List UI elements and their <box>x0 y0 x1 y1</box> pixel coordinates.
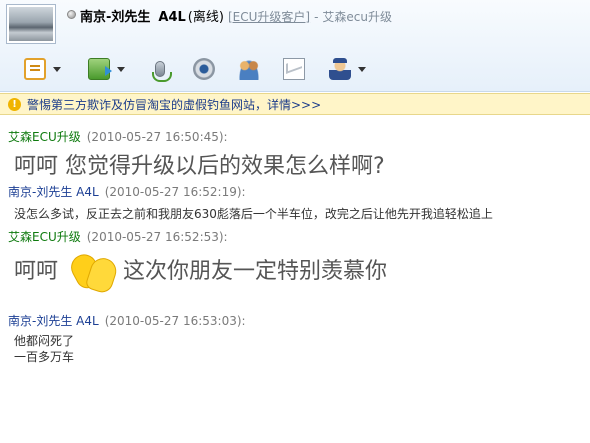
message-sender: 南京-刘先生 <box>8 185 73 199</box>
video-button[interactable] <box>193 56 215 82</box>
warning-text[interactable]: 警惕第三方欺诈及仿冒淘宝的虚假钓鱼网站，详情>>> <box>27 96 321 113</box>
contact-model: A4L <box>158 10 186 25</box>
group-button[interactable] <box>238 56 260 82</box>
security-officer-icon <box>329 58 351 80</box>
mail-icon <box>283 58 305 80</box>
car-photo <box>9 7 53 41</box>
chat-tool-button[interactable] <box>24 56 61 82</box>
chat-icon <box>24 58 46 80</box>
chevron-down-icon[interactable] <box>358 66 366 72</box>
message-text: 呵呵 这次你朋友一定特别羡慕你 <box>14 249 388 296</box>
chat-history: 艾森ECU升级 (2010-05-27 16:50:45): 呵呵 您觉得升级以后… <box>0 118 590 443</box>
file-transfer-button[interactable] <box>88 56 125 82</box>
contact-name[interactable]: 南京-刘先生 <box>80 10 150 25</box>
clapping-hands-icon <box>66 249 121 296</box>
group-icon <box>238 58 260 80</box>
message-time: (2010-05-27 16:52:19): <box>104 185 246 199</box>
message-header: 艾森ECU升级 (2010-05-27 16:50:45): <box>8 128 228 145</box>
webcam-icon <box>193 58 215 80</box>
chevron-down-icon[interactable] <box>117 66 125 72</box>
warning-bar[interactable]: ! 警惕第三方欺诈及仿冒淘宝的虚假钓鱼网站，详情>>> <box>0 93 590 115</box>
message-time: (2010-05-27 16:50:45): <box>86 130 228 144</box>
message-time: (2010-05-27 16:52:53): <box>86 230 228 244</box>
message-time: (2010-05-27 16:53:03): <box>104 314 246 328</box>
contact-status: (离线) <box>187 10 224 25</box>
contact-avatar[interactable] <box>6 4 56 44</box>
contact-title: 南京-刘先生 A4L (离线) [ECU升级客户] - 艾森ecu升级 <box>80 6 392 25</box>
message-text: 他都闷死了 <box>14 334 75 348</box>
file-transfer-icon <box>88 58 112 80</box>
offline-status-icon <box>67 10 76 19</box>
message-header: 南京-刘先生 A4L (2010-05-27 16:52:19): <box>8 183 246 200</box>
message-text: 呵呵 您觉得升级以后的效果怎么样啊? <box>14 154 385 179</box>
message-header: 艾森ECU升级 (2010-05-27 16:52:53): <box>8 228 228 245</box>
warning-icon: ! <box>8 97 21 111</box>
message-text: 一百多万车 <box>14 350 75 364</box>
message-sender-model: A4L <box>76 314 99 328</box>
message-sender: 南京-刘先生 <box>8 314 73 328</box>
message-sender: 艾森ECU升级 <box>8 130 81 144</box>
message-text-after: 这次你朋友一定特别羡慕你 <box>123 259 388 284</box>
title-separator: - <box>314 10 319 24</box>
message-text-before: 呵呵 <box>14 259 59 284</box>
contact-group-link[interactable]: [ECU升级客户] <box>228 10 310 24</box>
message-sender: 艾森ECU升级 <box>8 230 81 244</box>
chevron-down-icon[interactable] <box>53 66 61 72</box>
security-button[interactable] <box>329 56 366 82</box>
message-sender-model: A4L <box>76 185 99 199</box>
shop-name: 艾森ecu升级 <box>322 10 392 24</box>
message-header: 南京-刘先生 A4L (2010-05-27 16:53:03): <box>8 312 246 329</box>
microphone-icon <box>152 61 172 82</box>
voice-button[interactable] <box>149 56 172 82</box>
chat-window-header: 南京-刘先生 A4L (离线) [ECU升级客户] - 艾森ecu升级 <box>0 0 590 92</box>
message-text: 没怎么多试，反正去之前和我朋友630彪落后一个半车位，改完之后让他先开我追轻松追… <box>14 207 493 221</box>
mail-button[interactable] <box>283 56 305 82</box>
